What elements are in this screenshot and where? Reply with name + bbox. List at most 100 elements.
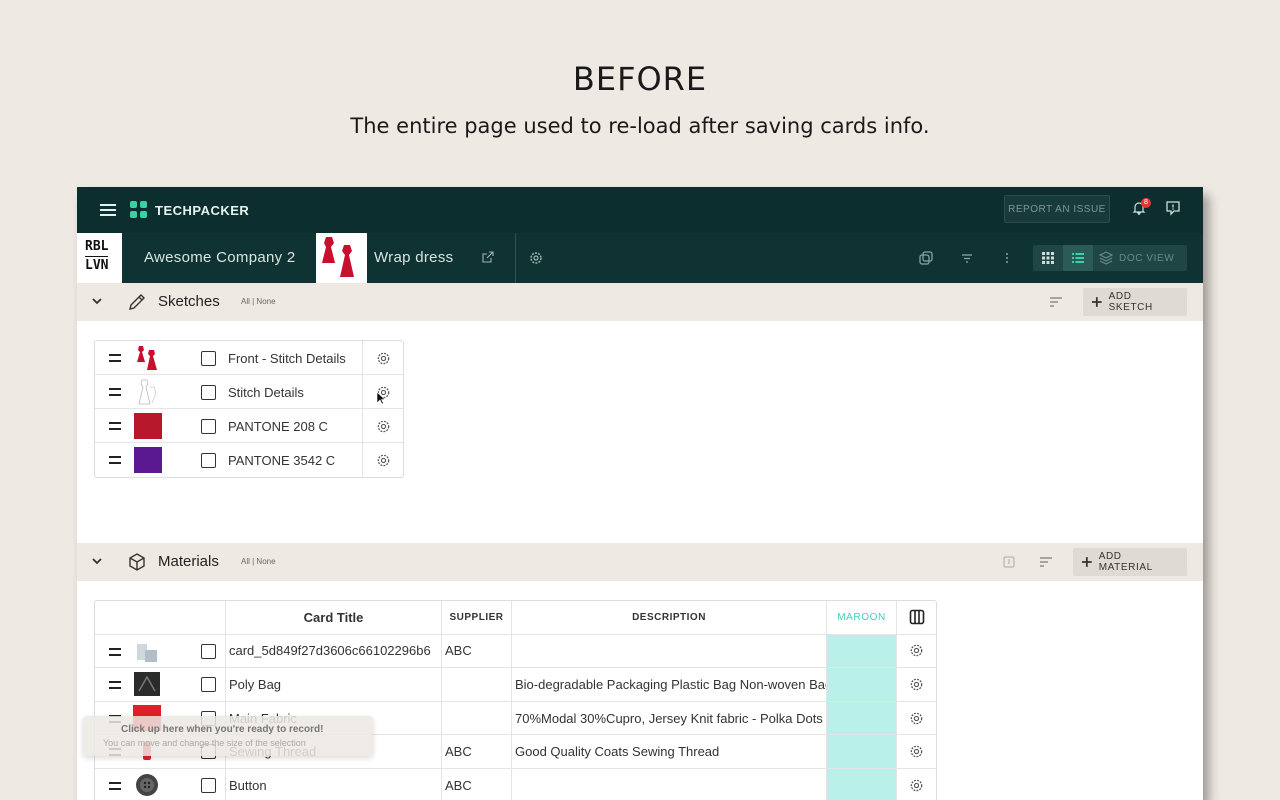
mouse-cursor-icon	[376, 391, 386, 405]
checkbox[interactable]	[201, 643, 216, 659]
settings-cell	[362, 409, 404, 443]
list-item[interactable]: PANTONE 3542 C	[95, 443, 403, 477]
table-row[interactable]: Poly Bag Bio-degradable Packaging Plasti…	[95, 668, 936, 702]
drag-handle-icon[interactable]	[109, 388, 121, 396]
cell-maroon[interactable]	[826, 735, 896, 768]
material-thumbnail[interactable]	[133, 671, 161, 697]
more-options-icon[interactable]	[999, 250, 1015, 266]
column-header-description[interactable]: DESCRIPTION	[511, 601, 826, 634]
cell-supplier[interactable]: ABC	[441, 735, 511, 768]
table-row[interactable]: card_5d849f27d3606c66102296b6 ABC	[95, 634, 936, 669]
row-settings-cell	[896, 768, 936, 800]
sketch-thumbnail[interactable]	[134, 379, 162, 405]
app-name: TECHPACKER	[155, 202, 250, 218]
drag-handle-icon[interactable]	[109, 647, 121, 656]
cell-description[interactable]: Bio-degradable Packaging Plastic Bag Non…	[511, 668, 826, 701]
doc-view-button[interactable]: DOC VIEW	[1093, 245, 1174, 271]
row-settings-cell	[896, 668, 936, 701]
add-material-label: ADD MATERIAL	[1098, 551, 1153, 573]
checkbox[interactable]	[201, 351, 216, 366]
grid-view-button[interactable]	[1033, 245, 1063, 271]
checkbox[interactable]	[201, 419, 216, 434]
sketches-filter[interactable]: All | None	[241, 297, 276, 306]
logo-icon	[130, 201, 148, 219]
checkbox[interactable]	[201, 677, 216, 693]
list-item[interactable]: Stitch Details	[95, 375, 403, 409]
cell-card-title[interactable]: Button	[225, 768, 441, 800]
add-material-button[interactable]: ADD MATERIAL	[1073, 548, 1187, 576]
chevron-down-icon[interactable]	[91, 555, 103, 567]
checkbox[interactable]	[201, 385, 216, 400]
cell-description[interactable]	[511, 634, 826, 668]
cell-maroon[interactable]	[826, 634, 896, 668]
feedback-icon[interactable]	[1165, 200, 1181, 216]
app-logo[interactable]: TECHPACKER	[130, 201, 249, 219]
hero-subtitle: The entire page used to re-load after sa…	[350, 114, 930, 138]
checkbox[interactable]	[201, 777, 216, 793]
cell-supplier[interactable]: ABC	[441, 634, 511, 668]
menu-icon[interactable]	[100, 204, 116, 216]
hero-title: BEFORE	[572, 60, 708, 98]
material-thumbnail[interactable]	[133, 638, 161, 664]
color-swatch[interactable]	[134, 447, 162, 473]
sketch-thumbnail[interactable]	[134, 345, 162, 371]
add-sketch-button[interactable]: ADD SKETCH	[1083, 288, 1187, 316]
cell-supplier[interactable]: ABC	[441, 768, 511, 800]
cell-supplier[interactable]	[441, 668, 511, 701]
drag-handle-icon[interactable]	[109, 781, 121, 790]
columns-icon[interactable]	[909, 609, 925, 625]
column-header-maroon[interactable]: MAROON	[826, 601, 896, 634]
gear-icon[interactable]	[909, 744, 924, 759]
header-spacer	[95, 601, 225, 634]
sort-icon[interactable]	[1049, 296, 1063, 308]
column-header-card-title[interactable]: Card Title	[225, 601, 441, 634]
cell-maroon[interactable]	[826, 701, 896, 735]
report-issue-button[interactable]: REPORT AN ISSUE	[1004, 195, 1110, 223]
gear-icon[interactable]	[909, 677, 924, 692]
list-view-button[interactable]	[1063, 245, 1093, 271]
product-name[interactable]: Wrap dress	[374, 249, 453, 266]
product-bar: RBL LVN Awesome Company 2 Wrap dress DOC…	[77, 233, 1203, 283]
cell-description[interactable]: Good Quality Coats Sewing Thread	[511, 735, 826, 768]
column-settings-cell	[896, 601, 936, 634]
materials-filter[interactable]: All | None	[241, 557, 276, 566]
company-name[interactable]: Awesome Company 2	[144, 249, 296, 266]
drag-handle-icon[interactable]	[109, 354, 121, 362]
sort-icon[interactable]	[1039, 556, 1053, 568]
sketch-label: Stitch Details	[228, 385, 304, 400]
gear-icon[interactable]	[909, 643, 924, 658]
cell-card-title[interactable]: card_5d849f27d3606c66102296b6	[225, 634, 441, 668]
materials-section-header: Materials All | None ADD MATERIAL	[77, 543, 1203, 581]
color-swatch[interactable]	[134, 413, 162, 439]
checkbox[interactable]	[201, 453, 216, 468]
gear-icon[interactable]	[909, 711, 924, 726]
chevron-down-icon[interactable]	[91, 295, 103, 307]
table-row[interactable]: Button ABC	[95, 768, 936, 800]
filter-icon[interactable]	[959, 250, 975, 266]
gear-icon[interactable]	[376, 453, 391, 468]
drag-handle-icon[interactable]	[109, 681, 121, 690]
cell-description[interactable]	[511, 768, 826, 800]
app-window: TECHPACKER REPORT AN ISSUE 8 RBL LVN Awe…	[77, 187, 1203, 800]
drag-handle-icon[interactable]	[109, 456, 121, 464]
drag-handle-icon[interactable]	[109, 422, 121, 430]
cell-supplier[interactable]	[441, 701, 511, 735]
cell-maroon[interactable]	[826, 668, 896, 701]
list-item[interactable]: PANTONE 208 C	[95, 409, 403, 443]
external-link-icon[interactable]	[482, 251, 494, 263]
gear-icon[interactable]	[528, 250, 544, 266]
cell-description[interactable]: 70%Modal 30%Cupro, Jersey Knit fabric - …	[511, 701, 826, 735]
record-tooltip[interactable]: Click up here when you're ready to recor…	[83, 716, 373, 756]
list-item[interactable]: Front - Stitch Details	[95, 341, 403, 375]
gear-icon[interactable]	[376, 419, 391, 434]
cell-card-title[interactable]: Poly Bag	[225, 668, 441, 701]
column-header-supplier[interactable]: SUPPLIER	[441, 601, 511, 634]
gear-icon[interactable]	[909, 778, 924, 793]
import-icon[interactable]	[1002, 556, 1016, 568]
product-thumbnail[interactable]	[316, 233, 367, 283]
cell-maroon[interactable]	[826, 768, 896, 800]
gear-icon[interactable]	[376, 351, 391, 366]
material-thumbnail[interactable]	[133, 772, 161, 798]
copy-icon[interactable]	[918, 250, 934, 266]
brand-logo[interactable]: RBL LVN	[77, 233, 122, 283]
